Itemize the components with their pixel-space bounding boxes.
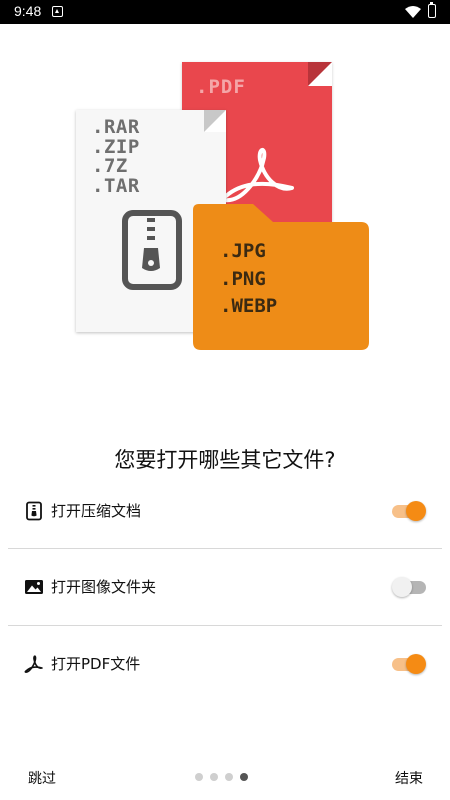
notification-icon — [52, 6, 63, 17]
zip-file-icon — [122, 210, 182, 290]
archive-icon — [26, 501, 42, 521]
archive-extension-list: .RAR .ZIP .7Z .TAR — [92, 116, 140, 197]
images-toggle[interactable] — [392, 577, 428, 597]
option-label: 打开PDF文件 — [51, 655, 141, 673]
option-row-pdf[interactable]: 打开PDF文件 — [8, 626, 442, 702]
image-extension-list: .JPG .PNG .WEBP — [220, 238, 277, 321]
option-row-images[interactable]: 打开图像文件夹 — [8, 549, 442, 625]
archive-toggle[interactable] — [392, 501, 426, 521]
option-row-archive[interactable]: 打开压缩文档 — [8, 473, 442, 549]
option-label: 打开图像文件夹 — [51, 578, 157, 596]
option-label: 打开压缩文档 — [51, 502, 142, 520]
page-dot — [195, 773, 203, 781]
wifi-icon — [405, 6, 421, 18]
pdf-toggle[interactable] — [392, 654, 426, 674]
finish-button[interactable]: 结束 — [395, 768, 423, 788]
image-icon — [25, 580, 43, 594]
acrobat-icon — [221, 148, 294, 203]
extension-label: .7Z — [92, 155, 128, 177]
extension-label: .TAR — [92, 174, 140, 197]
extension-label: .WEBP — [220, 295, 278, 317]
page-dot-active — [240, 773, 248, 781]
extension-label: .RAR — [92, 116, 140, 138]
extension-label: .PNG — [220, 267, 266, 290]
status-time: 9:48 — [14, 3, 42, 19]
skip-button[interactable]: 跳过 — [28, 768, 56, 788]
file-types-illustration: .PDF .RAR .ZIP .7Z .TAR .JPG .PNG .WEBP — [0, 24, 450, 384]
pdf-extension-label: .PDF — [196, 76, 246, 98]
pdf-icon — [24, 655, 43, 673]
page-dot — [225, 773, 233, 781]
status-bar: 9:48 — [0, 0, 450, 24]
extension-label: .JPG — [220, 240, 266, 262]
page-dot — [210, 773, 218, 781]
page-indicator — [195, 773, 255, 781]
page-title: 您要打开哪些其它文件? — [114, 448, 336, 472]
battery-icon — [428, 2, 436, 18]
